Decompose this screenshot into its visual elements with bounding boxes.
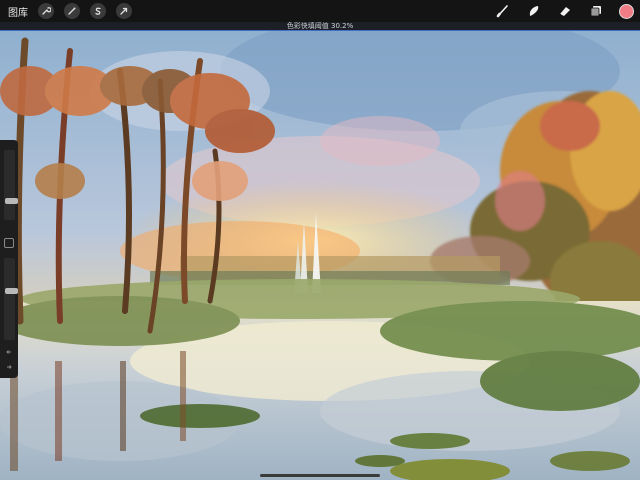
home-indicator bbox=[260, 474, 380, 477]
gallery-button[interactable]: 图库 bbox=[8, 4, 30, 19]
smudge-icon[interactable] bbox=[526, 3, 542, 19]
eraser-icon[interactable] bbox=[557, 3, 573, 19]
opacity-slider[interactable] bbox=[4, 258, 18, 340]
top-toolbar: 图库 bbox=[0, 0, 640, 22]
painting-canvas[interactable] bbox=[0, 31, 640, 480]
undo-icon[interactable] bbox=[5, 348, 13, 356]
painting-artwork bbox=[0, 31, 640, 480]
left-tool-group bbox=[38, 3, 132, 19]
right-tool-group bbox=[495, 3, 634, 19]
status-accent-line bbox=[0, 30, 640, 31]
color-picker-swatch[interactable] bbox=[619, 3, 634, 19]
opacity-thumb[interactable] bbox=[5, 288, 18, 294]
actions-wrench-icon[interactable] bbox=[38, 3, 54, 19]
layers-icon[interactable] bbox=[588, 3, 604, 19]
redo-icon[interactable] bbox=[5, 363, 13, 371]
selection-s-icon[interactable] bbox=[90, 3, 106, 19]
brush-icon[interactable] bbox=[495, 3, 511, 19]
brush-size-slider[interactable] bbox=[4, 150, 18, 220]
brush-sidebar bbox=[0, 140, 18, 378]
modify-button[interactable] bbox=[4, 238, 14, 248]
brush-size-thumb[interactable] bbox=[5, 198, 18, 204]
adjustments-wand-icon[interactable] bbox=[64, 3, 80, 19]
transform-arrow-icon[interactable] bbox=[116, 3, 132, 19]
